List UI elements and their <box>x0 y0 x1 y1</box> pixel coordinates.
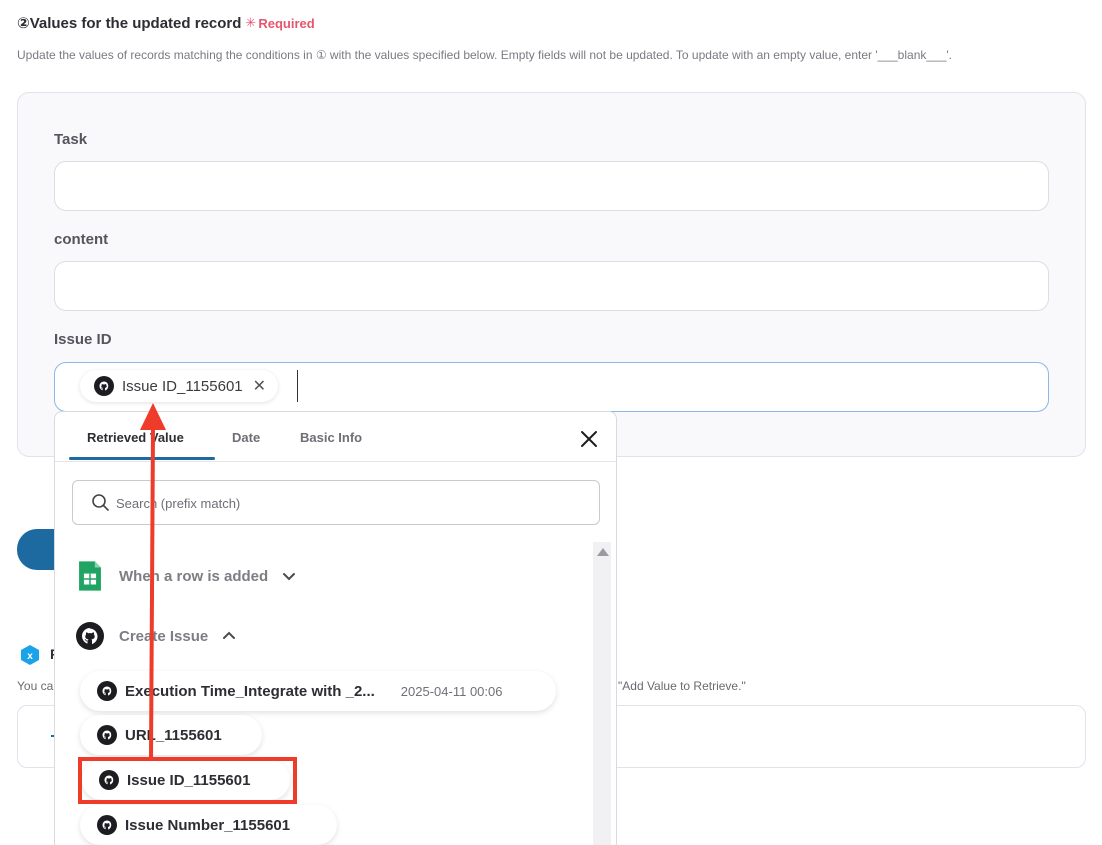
github-icon <box>97 681 117 701</box>
tab-date[interactable]: Date <box>232 430 260 445</box>
group-create-issue[interactable]: Create Issue <box>75 621 236 651</box>
search-input[interactable] <box>116 493 576 513</box>
section-title: ②Values for the updated record ✳ Require… <box>17 14 315 32</box>
group-label: When a row is added <box>119 567 269 585</box>
remove-chip-icon[interactable]: ✕ <box>253 376 266 396</box>
item-label: Issue Number_1155601 <box>125 816 291 834</box>
tab-basic-info[interactable]: Basic Info <box>300 430 362 445</box>
list-item-url[interactable]: URL_1155601 <box>80 715 262 755</box>
content-field[interactable] <box>54 261 1049 311</box>
item-label: Execution Time_Integrate with _2... <box>125 682 375 700</box>
task-field[interactable] <box>54 161 1049 211</box>
form-page: ②Values for the updated record ✳ Require… <box>0 0 1102 845</box>
list-item-issue-number[interactable]: Issue Number_1155601 <box>80 805 337 845</box>
x-badge-icon: x <box>21 645 39 665</box>
search-icon <box>92 494 109 511</box>
scroll-up-arrow-icon[interactable] <box>597 548 609 556</box>
text-caret <box>297 370 298 402</box>
chevron-down-icon <box>283 573 296 581</box>
list-item-execution-time[interactable]: Execution Time_Integrate with _2... 2025… <box>80 671 556 711</box>
required-label: Required <box>258 15 315 31</box>
field-label-task: Task <box>54 131 88 148</box>
field-label-content: content <box>54 231 109 248</box>
field-label-issue-id: Issue ID <box>54 331 112 348</box>
background-hint-right: "Add Value to Retrieve." <box>618 679 746 693</box>
background-hint-left: You ca <box>17 679 54 693</box>
github-icon <box>76 622 104 650</box>
asterisk-icon: ✳ <box>245 15 257 30</box>
active-tab-indicator <box>69 457 215 460</box>
search-box <box>72 480 600 525</box>
chevron-up-icon <box>223 631 236 639</box>
group-when-a-row-is-added[interactable]: When a row is added <box>75 559 296 593</box>
google-sheets-icon <box>79 561 101 591</box>
issue-id-chip[interactable]: Issue ID_1155601 ✕ <box>80 370 279 402</box>
svg-text:x: x <box>27 651 33 662</box>
picker-tabs: Retrieved Value Date Basic Info <box>55 412 616 462</box>
group-label: Create Issue <box>119 627 209 645</box>
required-badge: ✳ Required <box>245 15 314 31</box>
item-label: URL_1155601 <box>125 726 222 744</box>
github-icon <box>97 815 117 835</box>
tab-retrieved-value[interactable]: Retrieved Value <box>87 430 184 445</box>
github-icon <box>97 725 117 745</box>
section-description: Update the values of records matching th… <box>17 48 953 62</box>
github-icon <box>94 376 114 396</box>
section-title-text: ②Values for the updated record <box>17 15 242 32</box>
close-icon[interactable] <box>578 428 600 450</box>
item-value: 2025-04-11 00:06 <box>400 683 503 699</box>
chip-label: Issue ID_1155601 <box>122 377 243 395</box>
highlight-box <box>78 757 297 804</box>
scrollbar[interactable] <box>593 542 611 845</box>
